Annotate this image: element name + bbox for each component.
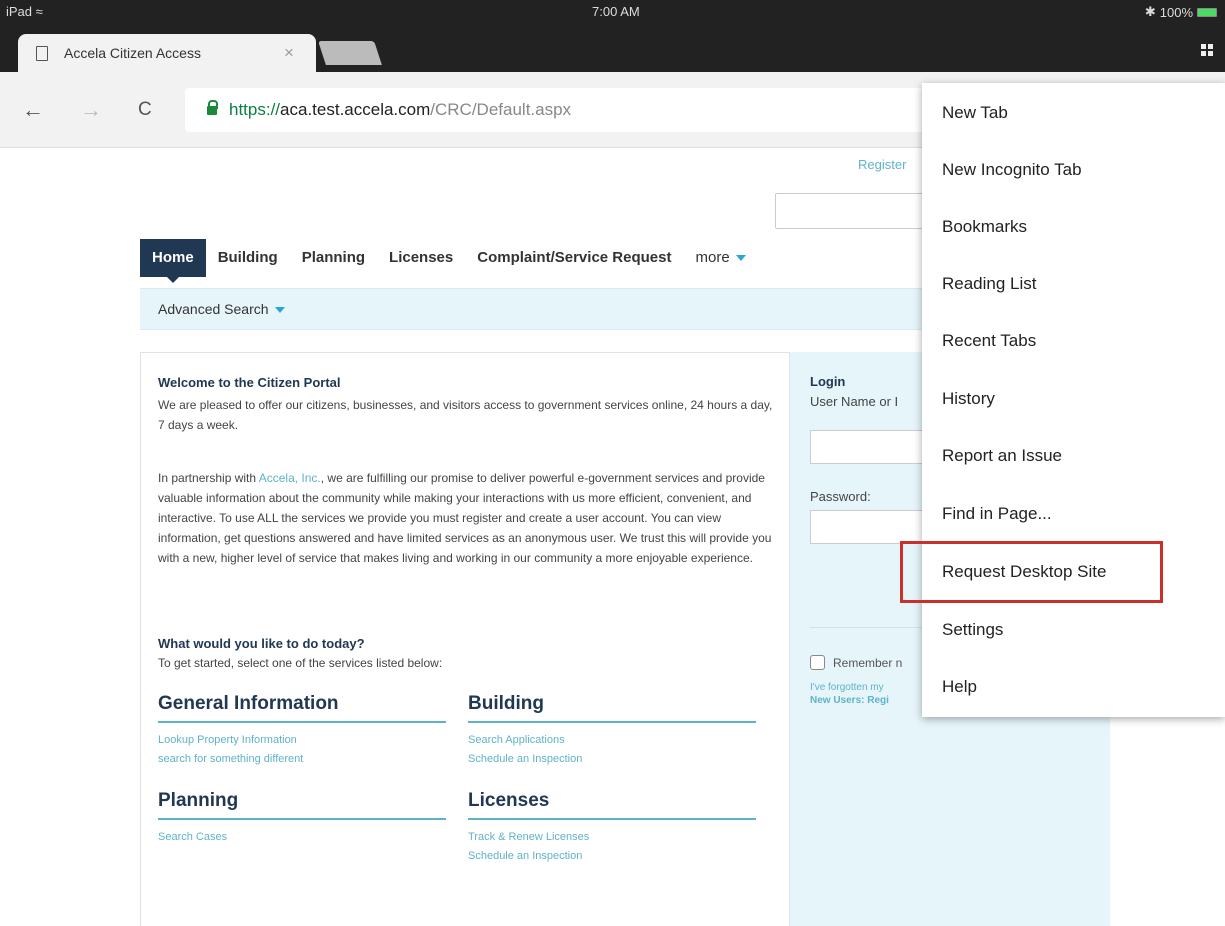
- link-search-cases[interactable]: Search Cases: [158, 828, 446, 847]
- menu-item-report-issue[interactable]: Report an Issue: [922, 427, 1225, 485]
- nav-home[interactable]: Home: [140, 239, 206, 283]
- status-bar: iPad ≈ 7:00 AM ✱ 100%: [0, 0, 1225, 24]
- todo-title: What would you like to do today?: [158, 636, 365, 651]
- link-lookup-property[interactable]: Lookup Property Information: [158, 731, 446, 750]
- section-title: Building: [468, 693, 756, 723]
- section-general-information: General Information Lookup Property Info…: [158, 693, 446, 769]
- bluetooth-icon: ✱: [1144, 4, 1156, 19]
- section-building: Building Search Applications Schedule an…: [468, 693, 756, 769]
- section-links: Search Applications Schedule an Inspecti…: [468, 731, 756, 769]
- browser-tab[interactable]: Accela Citizen Access ×: [18, 34, 316, 72]
- menu-item-new-tab[interactable]: New Tab: [922, 84, 1225, 142]
- menu-item-help[interactable]: Help: [922, 658, 1225, 716]
- main-content: Welcome to the Citizen Portal We are ple…: [140, 352, 790, 926]
- chevron-down-icon: [274, 307, 285, 314]
- new-tab-button[interactable]: [318, 41, 382, 65]
- back-icon[interactable]: ←: [22, 97, 44, 123]
- url-scheme: https://: [229, 100, 281, 119]
- section-licenses: Licenses Track & Renew Licenses Schedule…: [468, 790, 756, 866]
- password-label: Password:: [810, 489, 871, 504]
- nav-more-label: more: [695, 249, 730, 266]
- partner-suffix: , we are fulfilling our promise to deliv…: [158, 471, 772, 565]
- forgot-password-link[interactable]: I've forgotten my: [810, 682, 884, 693]
- welcome-title: Welcome to the Citizen Portal: [158, 375, 341, 390]
- chevron-down-icon: [735, 255, 746, 262]
- forward-icon[interactable]: →: [80, 97, 102, 123]
- todo-subtitle: To get started, select one of the servic…: [158, 656, 443, 670]
- battery-icon: [1197, 7, 1217, 17]
- remember-label: Remember n: [833, 655, 903, 670]
- tab-close-icon[interactable]: ×: [284, 43, 294, 63]
- status-time: 7:00 AM: [592, 4, 640, 19]
- partnership-text: In partnership with Accela, Inc., we are…: [158, 468, 778, 568]
- menu-item-new-incognito-tab[interactable]: New Incognito Tab: [922, 141, 1225, 199]
- section-links: Track & Renew Licenses Schedule an Inspe…: [468, 828, 756, 866]
- site-search-input[interactable]: [775, 193, 925, 229]
- nav-building[interactable]: Building: [206, 239, 290, 277]
- main-nav: Home Building Planning Licenses Complain…: [140, 239, 758, 283]
- reload-icon[interactable]: C: [138, 99, 152, 121]
- welcome-text: We are pleased to offer our citizens, bu…: [158, 398, 773, 432]
- nav-licenses[interactable]: Licenses: [377, 239, 465, 277]
- remember-me[interactable]: Remember n: [810, 655, 902, 670]
- battery-percent: 100%: [1159, 4, 1193, 20]
- highlight-box: [900, 541, 1163, 603]
- partner-prefix: In partnership with: [158, 471, 259, 485]
- nav-planning[interactable]: Planning: [290, 239, 377, 277]
- remember-checkbox[interactable]: [810, 655, 825, 670]
- browser-overflow-menu: New Tab New Incognito Tab Bookmarks Read…: [922, 83, 1225, 717]
- username-label: User Name or I: [810, 394, 899, 409]
- register-link[interactable]: Register: [858, 157, 906, 172]
- accela-link[interactable]: Accela, Inc.: [259, 471, 321, 485]
- link-schedule-inspection[interactable]: Schedule an Inspection: [468, 847, 756, 866]
- section-title: General Information: [158, 693, 446, 723]
- page-icon: [36, 45, 48, 61]
- section-links: Lookup Property Information search for s…: [158, 731, 446, 769]
- tab-title: Accela Citizen Access: [64, 45, 201, 61]
- tab-switcher-icon[interactable]: [1201, 44, 1213, 56]
- status-left: iPad ≈: [6, 4, 43, 19]
- url-host: aca.test.accela.com: [280, 100, 431, 119]
- menu-item-find-in-page[interactable]: Find in Page...: [922, 485, 1225, 543]
- menu-item-reading-list[interactable]: Reading List: [922, 255, 1225, 313]
- menu-item-bookmarks[interactable]: Bookmarks: [922, 198, 1225, 256]
- url-path: /CRC/Default.aspx: [430, 100, 572, 119]
- section-title: Planning: [158, 790, 446, 820]
- status-right: ✱ 100%: [1145, 4, 1217, 20]
- login-title: Login: [810, 374, 846, 389]
- advanced-search-label: Advanced Search: [158, 301, 269, 317]
- link-schedule-inspection[interactable]: Schedule an Inspection: [468, 750, 756, 769]
- device-label: iPad: [6, 4, 33, 19]
- nav-complaint[interactable]: Complaint/Service Request: [465, 239, 683, 277]
- wifi-icon: ≈: [35, 4, 43, 19]
- menu-item-settings[interactable]: Settings: [922, 601, 1225, 659]
- menu-item-recent-tabs[interactable]: Recent Tabs: [922, 312, 1225, 370]
- new-users-link[interactable]: New Users: Regi: [810, 695, 889, 706]
- section-planning: Planning Search Cases: [158, 790, 446, 847]
- link-search-different[interactable]: search for something different: [158, 750, 446, 769]
- lock-icon: [207, 99, 218, 115]
- nav-more[interactable]: more: [683, 239, 757, 277]
- link-search-applications[interactable]: Search Applications: [468, 731, 756, 750]
- tab-strip: Accela Citizen Access ×: [0, 24, 1225, 72]
- link-track-renew[interactable]: Track & Renew Licenses: [468, 828, 756, 847]
- advanced-search-bar[interactable]: Advanced Search: [140, 288, 930, 330]
- address-bar[interactable]: https:// aca.test.accela.com /CRC/Defaul…: [185, 88, 945, 132]
- section-links: Search Cases: [158, 828, 446, 847]
- menu-item-history[interactable]: History: [922, 370, 1225, 428]
- section-title: Licenses: [468, 790, 756, 820]
